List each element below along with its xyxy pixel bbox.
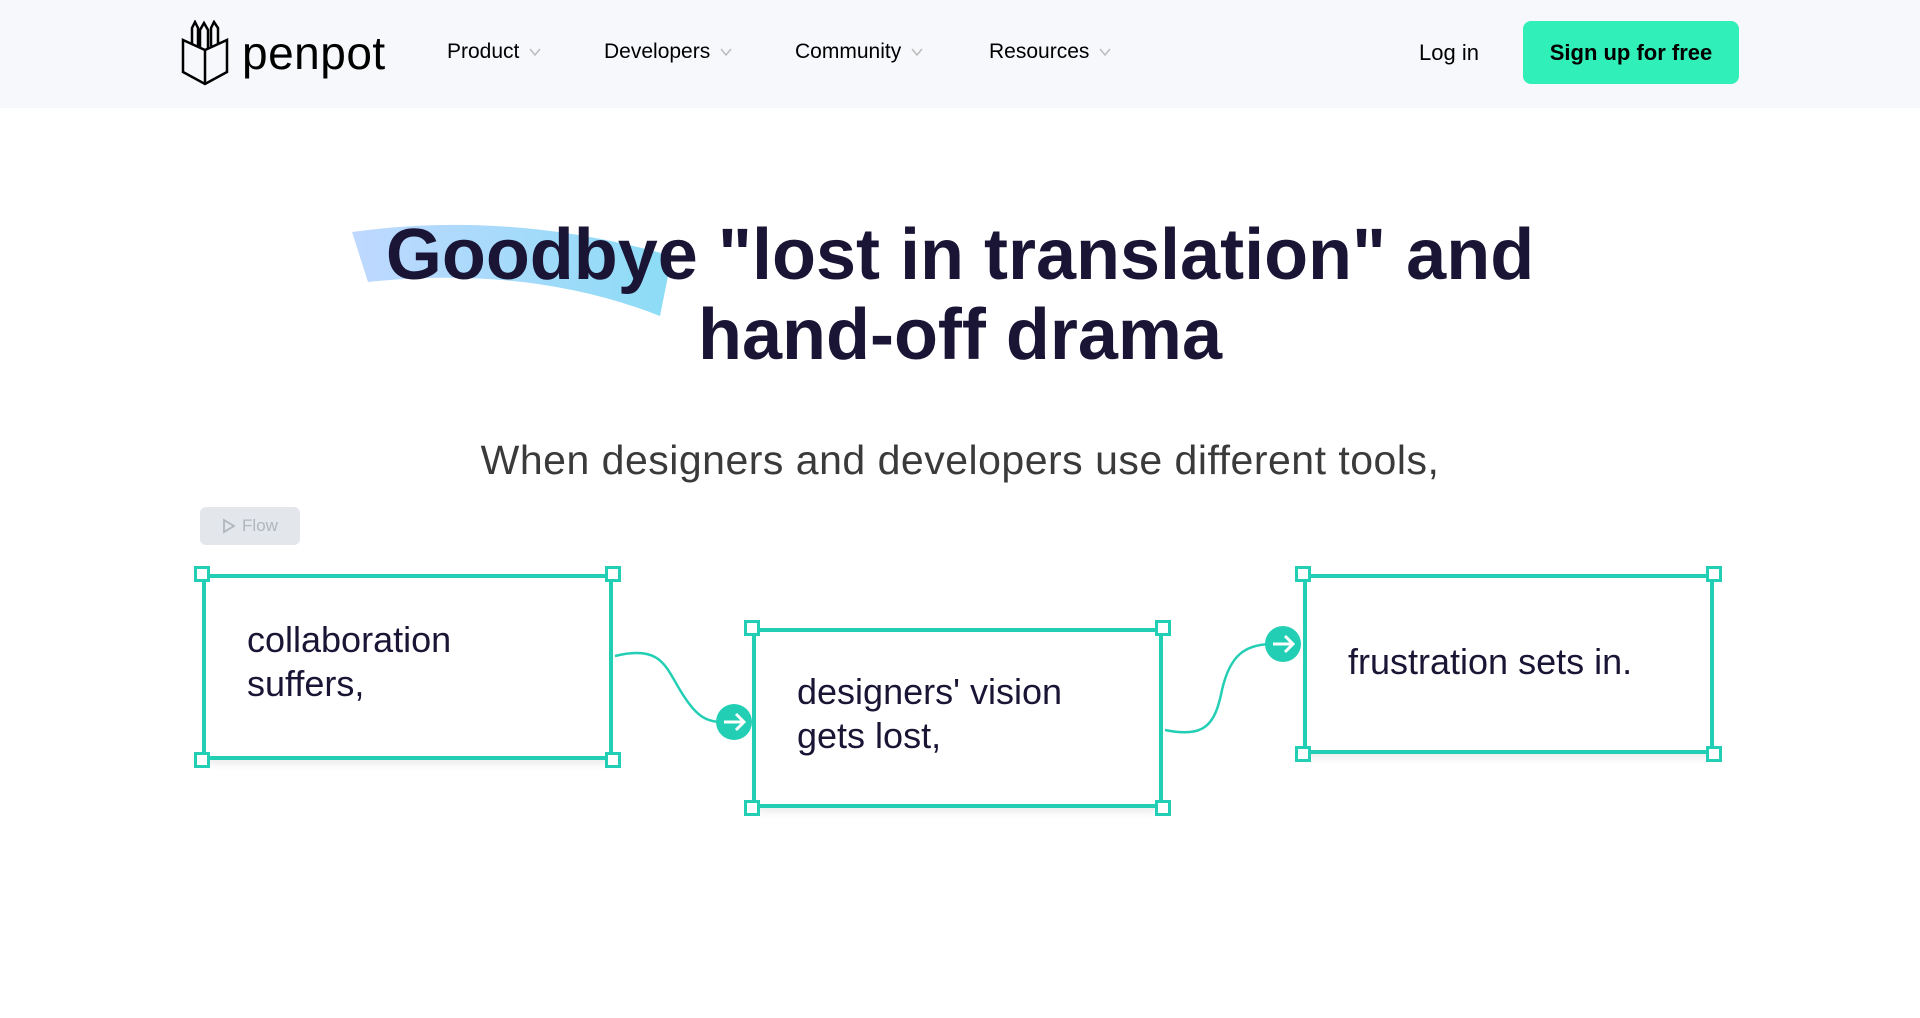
flow-connectors [614, 626, 1301, 740]
arrow-circle-icon [716, 704, 752, 740]
arrow-circle-icon [1265, 626, 1301, 662]
